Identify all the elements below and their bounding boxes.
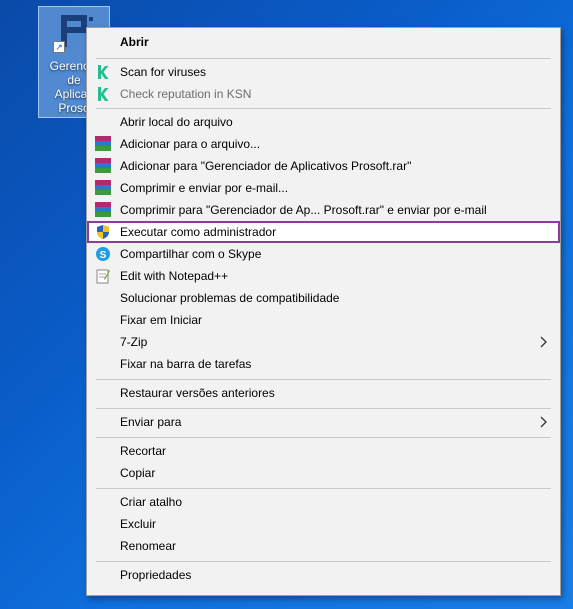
menu-separator: [96, 561, 551, 562]
chevron-right-icon: [540, 416, 547, 428]
menu-item-edit-notepadpp[interactable]: Edit with Notepad++: [87, 265, 560, 287]
menu-separator: [96, 437, 551, 438]
menu-separator: [96, 108, 551, 109]
notepadpp-icon: [96, 269, 110, 284]
menu-item-restaurar-versoes[interactable]: Restaurar versões anteriores: [87, 382, 560, 404]
menu-separator: [96, 488, 551, 489]
menu-item-executar-administrador[interactable]: Executar como administrador: [87, 221, 560, 243]
uac-shield-icon: [97, 225, 109, 239]
kaspersky-icon: [98, 65, 109, 79]
menu-item-renomear[interactable]: Renomear: [87, 535, 560, 557]
menu-separator: [96, 379, 551, 380]
menu-item-enviar-para[interactable]: Enviar para: [87, 411, 560, 433]
menu-item-fixar-barra[interactable]: Fixar na barra de tarefas: [87, 353, 560, 375]
winrar-icon: [95, 158, 111, 174]
kaspersky-icon: [98, 87, 109, 101]
menu-item-propriedades[interactable]: Propriedades: [87, 564, 560, 586]
shortcut-arrow-icon: ↗: [53, 41, 65, 53]
menu-item-check-reputation: Check reputation in KSN: [87, 83, 560, 105]
menu-item-solucionar-compatibilidade[interactable]: Solucionar problemas de compatibilidade: [87, 287, 560, 309]
chevron-right-icon: [540, 336, 547, 348]
menu-item-copiar[interactable]: Copiar: [87, 462, 560, 484]
menu-item-comprimir-rar-email[interactable]: Comprimir para "Gerenciador de Ap... Pro…: [87, 199, 560, 221]
menu-item-fixar-iniciar[interactable]: Fixar em Iniciar: [87, 309, 560, 331]
winrar-icon: [95, 136, 111, 152]
menu-item-abrir[interactable]: Abrir: [87, 31, 560, 53]
menu-item-criar-atalho[interactable]: Criar atalho: [87, 491, 560, 513]
menu-item-7zip[interactable]: 7-Zip: [87, 331, 560, 353]
menu-item-comprimir-email[interactable]: Comprimir e enviar por e-mail...: [87, 177, 560, 199]
menu-item-recortar[interactable]: Recortar: [87, 440, 560, 462]
menu-item-excluir[interactable]: Excluir: [87, 513, 560, 535]
menu-item-adicionar-rar[interactable]: Adicionar para "Gerenciador de Aplicativ…: [87, 155, 560, 177]
skype-icon: S: [96, 247, 110, 261]
menu-item-adicionar-arquivo[interactable]: Adicionar para o arquivo...: [87, 133, 560, 155]
menu-item-compartilhar-skype[interactable]: S Compartilhar com o Skype: [87, 243, 560, 265]
svg-text:S: S: [100, 250, 107, 261]
winrar-icon: [95, 202, 111, 218]
menu-separator: [96, 58, 551, 59]
winrar-icon: [95, 180, 111, 196]
menu-separator: [96, 408, 551, 409]
context-menu: Abrir Scan for viruses Check reputation …: [86, 27, 561, 596]
menu-item-abrir-local[interactable]: Abrir local do arquivo: [87, 111, 560, 133]
menu-item-scan-for-viruses[interactable]: Scan for viruses: [87, 61, 560, 83]
